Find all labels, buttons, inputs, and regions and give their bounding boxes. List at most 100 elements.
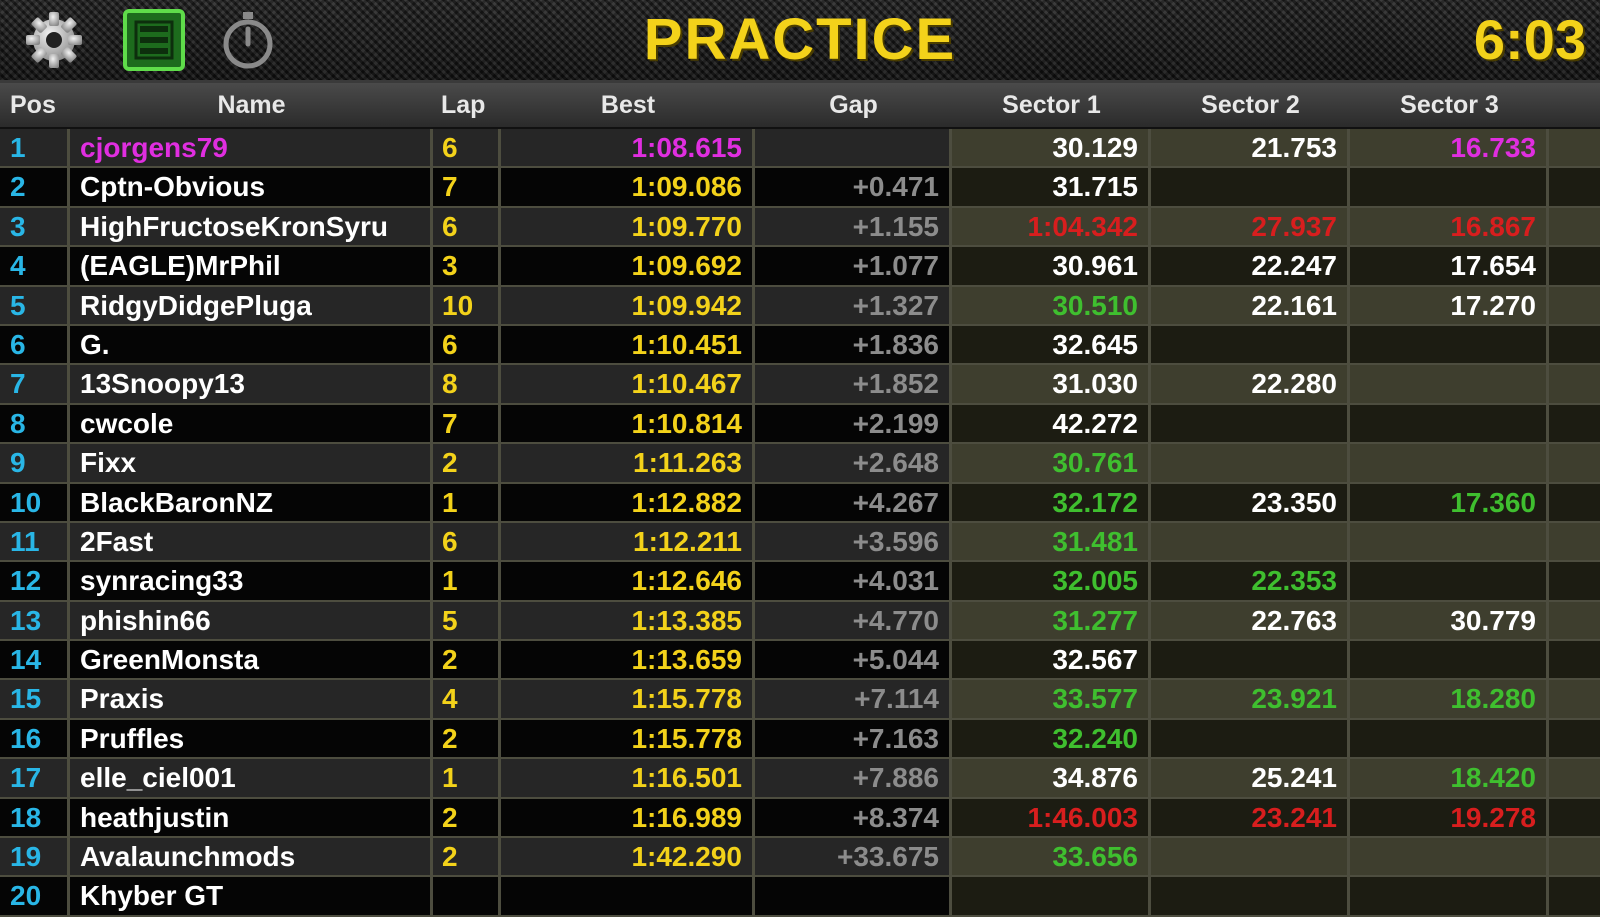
table-row[interactable]: 15 Praxis 4 1:15.778 +7.114 33.577 23.921 18.28…: [0, 680, 1600, 720]
lap-count-cell: 7: [433, 168, 501, 206]
sector-2-cell: 22.353: [1151, 562, 1350, 600]
gap-cell: +7.114: [755, 680, 952, 718]
row-spacer: [1549, 365, 1600, 403]
sector-2-cell: 22.763: [1151, 601, 1350, 640]
gap-cell: +1.155: [755, 207, 952, 246]
sector-3-cell: [1350, 719, 1549, 758]
position-cell: 18: [0, 798, 70, 837]
table-row[interactable]: 11 2Fast 6 1:12.211 +3.596 31.481: [0, 522, 1600, 563]
row-spacer: [1549, 759, 1600, 797]
table-row[interactable]: 2 Cptn-Obvious 7 1:09.086 +0.471 31.715: [0, 168, 1600, 208]
position-cell: 11: [0, 522, 70, 561]
gap-cell: +0.471: [755, 168, 952, 206]
sector-1-cell: 31.715: [952, 168, 1151, 206]
best-lap-cell: 1:12.882: [501, 483, 755, 521]
lap-count-cell: 6: [433, 325, 501, 364]
sector-3-cell: [1350, 522, 1549, 561]
row-spacer: [1549, 562, 1600, 600]
sector-1-cell: 30.510: [952, 286, 1151, 324]
gap-cell: +3.596: [755, 522, 952, 561]
sector-1-cell: 42.272: [952, 404, 1151, 443]
sector-3-cell: 17.360: [1350, 483, 1549, 521]
table-row[interactable]: 9 Fixx 2 1:11.263 +2.648 30.761: [0, 444, 1600, 484]
sector-1-cell: 30.961: [952, 247, 1151, 285]
table-row[interactable]: 3 HighFructoseKronSyru 6 1:09.770 +1.155 1:04…: [0, 207, 1600, 248]
sector-2-cell: 22.280: [1151, 365, 1350, 403]
position-cell: 9: [0, 444, 70, 482]
lap-count-cell: 10: [433, 286, 501, 324]
sector-2-cell: 22.161: [1151, 286, 1350, 324]
table-row[interactable]: 8 cwcole 7 1:10.814 +2.199 42.272: [0, 404, 1600, 445]
best-lap-cell: 1:12.211: [501, 522, 755, 561]
table-row[interactable]: 12 synracing33 1 1:12.646 +4.031 32.005 22.353: [0, 562, 1600, 602]
gap-cell: +7.886: [755, 759, 952, 797]
table-row[interactable]: 4 (EAGLE)MrPhil 3 1:09.692 +1.077 30.961 22.24…: [0, 247, 1600, 287]
lap-count-cell: 7: [433, 404, 501, 443]
position-cell: 17: [0, 759, 70, 797]
gap-cell: +7.163: [755, 719, 952, 758]
position-cell: 4: [0, 247, 70, 285]
driver-name-cell: RidgyDidgePluga: [70, 286, 433, 324]
sector-3-cell: [1350, 562, 1549, 600]
sector-1-cell: 32.567: [952, 641, 1151, 679]
sector-1-cell: 33.577: [952, 680, 1151, 718]
column-header-pos[interactable]: Pos: [0, 83, 70, 127]
table-row[interactable]: 7 13Snoopy13 8 1:10.467 +1.852 31.030 22.280: [0, 365, 1600, 405]
lap-count-cell: 2: [433, 719, 501, 758]
gap-cell: +4.031: [755, 562, 952, 600]
row-spacer: [1549, 404, 1600, 443]
row-spacer: [1549, 444, 1600, 482]
table-row[interactable]: 10 BlackBaronNZ 1 1:12.882 +4.267 32.172 23.35…: [0, 483, 1600, 523]
sector-1-cell: 31.277: [952, 601, 1151, 640]
driver-name-cell: elle_ciel001: [70, 759, 433, 797]
column-header-name[interactable]: Name: [70, 83, 433, 127]
sector-1-cell: [952, 877, 1151, 915]
column-header-best[interactable]: Best: [501, 83, 755, 127]
table-row[interactable]: 6 G. 6 1:10.451 +1.836 32.645: [0, 325, 1600, 366]
column-header-sector-1[interactable]: Sector 1: [952, 83, 1151, 127]
column-header-gap[interactable]: Gap: [755, 83, 952, 127]
gap-cell: +1.852: [755, 365, 952, 403]
sector-2-cell: [1151, 325, 1350, 364]
position-cell: 7: [0, 365, 70, 403]
position-cell: 5: [0, 286, 70, 324]
driver-name-cell: Praxis: [70, 680, 433, 718]
gap-cell: [755, 877, 952, 915]
best-lap-cell: 1:09.086: [501, 168, 755, 206]
row-spacer: [1549, 168, 1600, 206]
table-row[interactable]: 18 heathjustin 2 1:16.989 +8.374 1:46.003 23.2…: [0, 798, 1600, 839]
gap-cell: +1.836: [755, 325, 952, 364]
driver-name-cell: Khyber GT: [70, 877, 433, 915]
gap-cell: +1.327: [755, 286, 952, 324]
table-row[interactable]: 14 GreenMonsta 2 1:13.659 +5.044 32.567: [0, 641, 1600, 681]
best-lap-cell: 1:10.467: [501, 365, 755, 403]
lap-count-cell: 6: [433, 207, 501, 246]
table-row[interactable]: 13 phishin66 5 1:13.385 +4.770 31.277 22.763 30…: [0, 601, 1600, 642]
sector-1-cell: 1:04.342: [952, 207, 1151, 246]
driver-name-cell: G.: [70, 325, 433, 364]
row-spacer: [1549, 601, 1600, 640]
driver-name-cell: HighFructoseKronSyru: [70, 207, 433, 246]
column-header-sector-3[interactable]: Sector 3: [1350, 83, 1549, 127]
row-spacer: [1549, 129, 1600, 167]
table-row[interactable]: 5 RidgyDidgePluga 10 1:09.942 +1.327 30.510 22…: [0, 286, 1600, 326]
sector-3-cell: [1350, 365, 1549, 403]
table-row[interactable]: 19 Avalaunchmods 2 1:42.290 +33.675 33.656: [0, 838, 1600, 878]
column-header-sector-2[interactable]: Sector 2: [1151, 83, 1350, 127]
driver-name-cell: cwcole: [70, 404, 433, 443]
column-header-lap[interactable]: Lap: [433, 83, 501, 127]
sector-1-cell: 32.005: [952, 562, 1151, 600]
sector-3-cell: [1350, 404, 1549, 443]
position-cell: 16: [0, 719, 70, 758]
sector-1-cell: 1:46.003: [952, 798, 1151, 837]
table-row[interactable]: 20 Khyber GT: [0, 877, 1600, 917]
lap-count-cell: 6: [433, 129, 501, 167]
best-lap-cell: 1:16.989: [501, 798, 755, 837]
table-row[interactable]: 16 Pruffles 2 1:15.778 +7.163 32.240: [0, 719, 1600, 760]
position-cell: 12: [0, 562, 70, 600]
table-row[interactable]: 1 cjorgens79 6 1:08.615 30.129 21.753 16.733: [0, 129, 1600, 169]
table-row[interactable]: 17 elle_ciel001 1 1:16.501 +7.886 34.876 25.24…: [0, 759, 1600, 799]
best-lap-cell: 1:10.814: [501, 404, 755, 443]
lap-count-cell: 2: [433, 444, 501, 482]
position-cell: 8: [0, 404, 70, 443]
